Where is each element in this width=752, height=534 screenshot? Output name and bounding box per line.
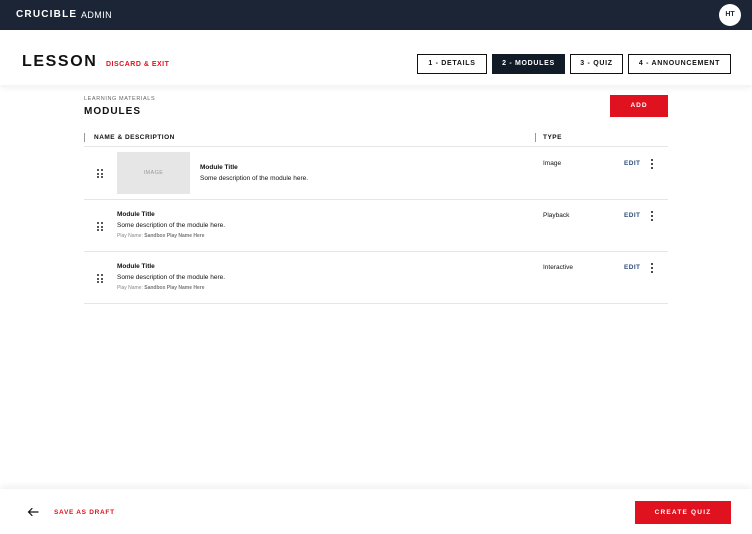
module-type: Interactive xyxy=(543,264,573,271)
play-name-label: Play Name: xyxy=(117,285,143,291)
step-tab-details[interactable]: 1 - DETAILS xyxy=(417,54,487,74)
module-description: Some description of the module here. xyxy=(200,175,309,182)
module-type: Image xyxy=(543,160,562,167)
add-module-button[interactable]: ADD xyxy=(610,95,668,117)
play-name-value: Sandbox Play Name Here xyxy=(144,233,205,239)
play-name-value: Sandbox Play Name Here xyxy=(144,285,205,291)
table-header-divider xyxy=(84,146,668,147)
drag-handle-icon[interactable] xyxy=(97,222,103,231)
step-tab-quiz[interactable]: 3 - QUIZ xyxy=(570,54,623,74)
play-name: Play Name: Sandbox Play Name Here xyxy=(117,233,205,239)
back-arrow-icon[interactable] xyxy=(27,507,39,517)
brand-subtitle: ADMIN xyxy=(81,10,112,20)
section-eyebrow: LEARNING MATERIALS xyxy=(84,96,156,102)
edit-module-link[interactable]: EDIT xyxy=(624,264,640,271)
save-draft-button[interactable]: SAVE AS DRAFT xyxy=(54,509,115,516)
row-divider xyxy=(84,199,668,200)
module-type: Playback xyxy=(543,212,570,219)
play-name-label: Play Name: xyxy=(117,233,143,239)
module-description: Some description of the module here. xyxy=(117,222,226,229)
user-avatar[interactable]: HT xyxy=(719,4,741,26)
page-title: LESSON xyxy=(22,53,98,70)
discard-exit-link[interactable]: DISCARD & EXIT xyxy=(106,61,169,68)
module-title: Module Title xyxy=(117,263,155,270)
more-vertical-icon[interactable] xyxy=(650,211,654,221)
drag-handle-icon[interactable] xyxy=(97,274,103,283)
page-header: LESSON DISCARD & EXIT 1 - DETAILS 2 - MO… xyxy=(0,30,752,85)
step-tab-announcement[interactable]: 4 - ANNOUNCEMENT xyxy=(628,54,731,74)
module-title: Module Title xyxy=(200,164,238,171)
column-header-type[interactable]: TYPE xyxy=(543,134,562,141)
edit-module-link[interactable]: EDIT xyxy=(624,212,640,219)
column-divider xyxy=(84,133,85,142)
section-title: MODULES xyxy=(84,106,141,117)
more-vertical-icon[interactable] xyxy=(650,263,654,273)
edit-module-link[interactable]: EDIT xyxy=(624,160,640,167)
column-divider xyxy=(535,133,536,142)
step-tab-modules[interactable]: 2 - MODULES xyxy=(492,54,565,74)
brand-logo[interactable]: CRUCIBLE xyxy=(16,9,77,20)
more-vertical-icon[interactable] xyxy=(650,159,654,169)
row-divider xyxy=(84,251,668,252)
create-quiz-button[interactable]: CREATE QUIZ xyxy=(635,501,731,524)
module-thumbnail: IMAGE xyxy=(117,152,190,194)
row-divider xyxy=(84,303,668,304)
column-header-name[interactable]: NAME & DESCRIPTION xyxy=(94,134,175,141)
drag-handle-icon[interactable] xyxy=(97,169,103,178)
top-bar: CRUCIBLE ADMIN HT xyxy=(0,0,752,30)
module-title: Module Title xyxy=(117,211,155,218)
module-description: Some description of the module here. xyxy=(117,274,226,281)
play-name: Play Name: Sandbox Play Name Here xyxy=(117,285,205,291)
